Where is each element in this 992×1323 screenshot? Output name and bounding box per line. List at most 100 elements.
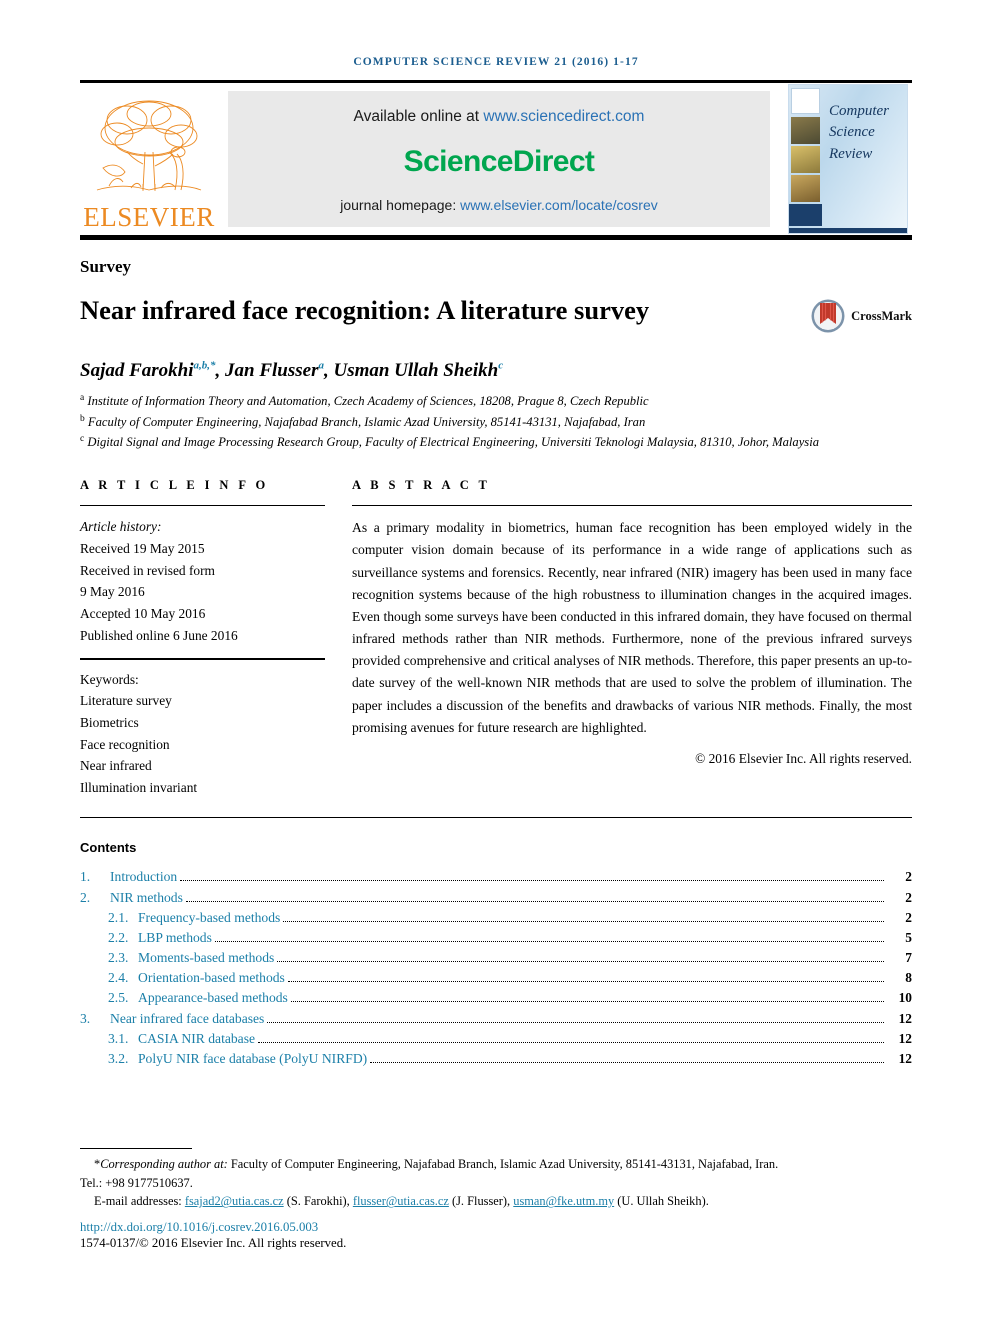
- elsevier-wordmark: ELSEVIER: [83, 202, 215, 232]
- history-item-1: Received in revised form: [80, 562, 215, 578]
- author-1-name: Sajad Farokhi: [80, 360, 194, 382]
- journal-cover-image: Computer Science Review: [788, 84, 908, 234]
- author-3: Usman Ullah Sheikhc: [333, 360, 503, 381]
- issn-copyright-line: 1574-0137/© 2016 Elsevier Inc. All right…: [80, 1236, 347, 1250]
- email-link-2[interactable]: flusser@utia.cas.cz: [353, 1194, 449, 1208]
- journal-homepage-link[interactable]: www.elsevier.com/locate/cosrev: [460, 197, 658, 213]
- author-2: Jan Flussera: [225, 360, 324, 381]
- elsevier-logo: ELSEVIER: [80, 83, 218, 235]
- toc-row[interactable]: 2. NIR methods 2: [80, 888, 912, 908]
- toc-number: 2.2.: [108, 929, 129, 945]
- toc-row[interactable]: 1. Introduction 2: [80, 868, 912, 888]
- toc-label[interactable]: Moments-based methods: [138, 951, 274, 965]
- elsevier-tree-icon: [96, 100, 202, 191]
- info-abstract-section: A R T I C L E I N F O Article history: R…: [80, 478, 912, 798]
- cover-title-line3: Review: [829, 145, 873, 162]
- toc-page-number: 12: [898, 1010, 912, 1026]
- toc-label[interactable]: PolyU NIR face database (PolyU NIRFD): [138, 1052, 367, 1066]
- toc-label[interactable]: Appearance-based methods: [138, 991, 288, 1005]
- keyword-2: Face recognition: [80, 736, 170, 752]
- toc-row[interactable]: 2.3. Moments-based methods 7: [80, 949, 912, 969]
- toc-row[interactable]: 2.4. Orientation-based methods 8: [80, 969, 912, 989]
- abstract-heading: A B S T R A C T: [352, 478, 491, 493]
- cover-title: Computer Science Review: [829, 101, 889, 165]
- history-item-2: 9 May 2016: [80, 584, 145, 600]
- email-link-3[interactable]: usman@fke.utm.my: [513, 1194, 614, 1208]
- author-list: Sajad Farokhia,b,*, Jan Flussera, Usman …: [80, 360, 912, 382]
- keyword-1: Biometrics: [80, 714, 139, 730]
- sciencedirect-url-link[interactable]: www.sciencedirect.com: [483, 108, 644, 125]
- toc-label[interactable]: Orientation-based methods: [138, 971, 285, 985]
- toc-page-number: 2: [905, 909, 912, 925]
- cover-tile-3: [791, 175, 820, 202]
- abstract-text: As a primary modality in biometrics, hum…: [352, 520, 912, 735]
- toc-page-number: 12: [898, 1030, 912, 1046]
- toc-label[interactable]: Near infrared face databases: [110, 1012, 264, 1026]
- sciencedirect-banner: Available online at www.sciencedirect.co…: [228, 91, 770, 227]
- toc-label[interactable]: CASIA NIR database: [138, 1032, 255, 1046]
- cover-tile-1: [791, 117, 820, 144]
- toc-leader-dots: [180, 880, 884, 882]
- crossmark-icon: [811, 299, 845, 333]
- affiliation-b-mark: b: [80, 413, 85, 424]
- telephone-line: Tel.: +98 9177510637.: [80, 1175, 193, 1190]
- journal-article-page: COMPUTER SCIENCE REVIEW 21 (2016) 1-17 E…: [0, 0, 992, 1323]
- affiliation-a-text: Institute of Information Theory and Auto…: [87, 394, 649, 409]
- cover-tile-logo: [791, 88, 820, 114]
- toc-leader-dots: [287, 981, 884, 983]
- toc-page-number: 2: [905, 869, 912, 885]
- journal-cover-thumbnail: Computer Science Review: [784, 83, 912, 235]
- toc-leader-dots: [214, 940, 884, 942]
- corresponding-author-note: *Corresponding author at: Faculty of Com…: [80, 1155, 912, 1174]
- history-item-3: Accepted 10 May 2016: [80, 606, 206, 622]
- toc-leader-dots: [267, 1021, 884, 1023]
- contents-heading: Contents: [80, 839, 137, 855]
- toc-label[interactable]: Frequency-based methods: [138, 911, 280, 925]
- footnote-rule: [80, 1148, 192, 1150]
- toc-page-number: 8: [905, 970, 912, 986]
- toc-row[interactable]: 3.1. CASIA NIR database 12: [80, 1029, 912, 1049]
- abstract-column: A B S T R A C T As a primary modality in…: [352, 478, 912, 798]
- toc-leader-dots: [283, 920, 884, 922]
- doi-link[interactable]: http://dx.doi.org/10.1016/j.cosrev.2016.…: [80, 1220, 912, 1235]
- toc-page-number: 7: [905, 950, 912, 966]
- corresponding-label: Corresponding author at:: [100, 1157, 228, 1172]
- footnote-area: *Corresponding author at: Faculty of Com…: [80, 1148, 912, 1251]
- email-addresses-line: E-mail addresses: fsajad2@utia.cas.cz (S…: [80, 1192, 912, 1211]
- author-sep-1: ,: [215, 360, 226, 382]
- toc-label[interactable]: LBP methods: [138, 931, 212, 945]
- history-item-4: Published online 6 June 2016: [80, 627, 238, 643]
- cover-tile-2: [791, 146, 820, 173]
- author-1: Sajad Farokhia,b,*: [80, 360, 216, 381]
- email-link-1[interactable]: fsajad2@utia.cas.cz: [185, 1194, 284, 1208]
- affiliations: a Institute of Information Theory and Au…: [80, 391, 912, 452]
- cover-band-bottom: [789, 228, 907, 233]
- article-type-label: Survey: [80, 257, 131, 276]
- author-3-name: Usman Ullah Sheikh: [333, 360, 499, 382]
- keyword-0: Literature survey: [80, 693, 172, 709]
- available-online-prefix: Available online at: [353, 108, 484, 125]
- title-row: Near infrared face recognition: A litera…: [80, 294, 912, 334]
- toc-number: 1.: [80, 869, 91, 885]
- affiliation-b: b Faculty of Computer Engineering, Najaf…: [80, 412, 912, 432]
- sciencedirect-logo-part1: Science: [403, 144, 514, 178]
- toc-label[interactable]: NIR methods: [110, 890, 183, 905]
- toc-row[interactable]: 3.2. PolyU NIR face database (PolyU NIRF…: [80, 1049, 912, 1069]
- author-1-marks: a,b,*: [193, 360, 216, 372]
- toc-leader-dots: [277, 961, 884, 963]
- crossmark-badge[interactable]: CrossMark: [810, 294, 912, 334]
- toc-number: 2.: [80, 889, 91, 905]
- toc-number: 3.: [80, 1010, 91, 1026]
- toc-leader-dots: [370, 1062, 884, 1064]
- toc-row[interactable]: 2.1. Frequency-based methods 2: [80, 908, 912, 928]
- toc-row[interactable]: 3. Near infrared face databases 12: [80, 1009, 912, 1029]
- toc-number: 2.3.: [108, 950, 129, 966]
- toc-number: 2.5.: [108, 990, 129, 1006]
- toc-row[interactable]: 2.5. Appearance-based methods 10: [80, 989, 912, 1009]
- toc-number: 3.1.: [108, 1030, 129, 1046]
- toc-row[interactable]: 2.2. LBP methods 5: [80, 928, 912, 948]
- toc-label[interactable]: Introduction: [110, 870, 177, 884]
- journal-homepage-line: journal homepage: www.elsevier.com/locat…: [340, 197, 658, 213]
- affiliation-c-text: Digital Signal and Image Processing Rese…: [87, 435, 819, 450]
- corresponding-address: Faculty of Computer Engineering, Najafab…: [227, 1157, 779, 1172]
